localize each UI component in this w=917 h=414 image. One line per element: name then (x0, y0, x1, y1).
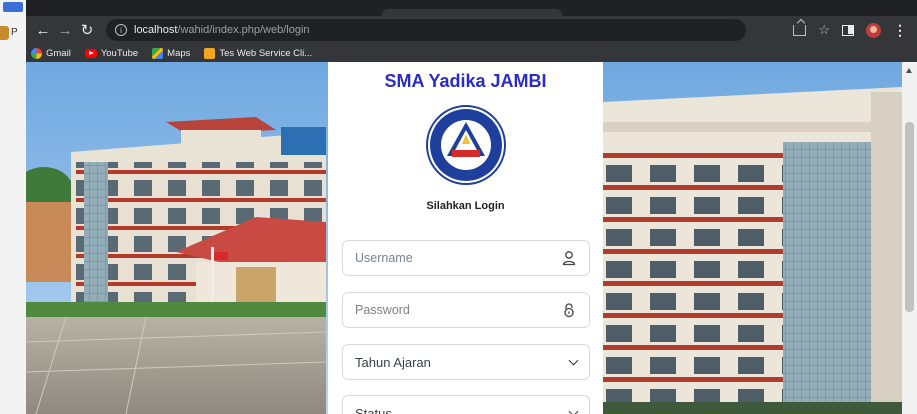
password-field[interactable] (342, 292, 590, 328)
username-field[interactable] (342, 240, 590, 276)
url-path: /wahid/index.php/web/login (177, 24, 310, 36)
status-select[interactable]: Status (342, 395, 590, 414)
side-app-icon[interactable] (0, 26, 9, 40)
back-arrow-icon[interactable]: ← (32, 19, 54, 41)
gmail-icon (31, 47, 42, 59)
bookmark-label: YouTube (100, 47, 139, 59)
bookmark-youtube[interactable]: YouTube (84, 47, 139, 59)
profile-avatar-icon[interactable] (866, 22, 881, 38)
page-scrollbar[interactable] (902, 62, 917, 414)
bookmark-gmail[interactable]: Gmail (31, 47, 71, 59)
chevron-down-icon (568, 355, 579, 365)
bookmarks-bar: Gmail YouTube Maps Tes Web Service Cli..… (26, 44, 917, 62)
login-heading: Silahkan Login (426, 200, 505, 212)
site-info-icon[interactable]: i (115, 24, 127, 36)
scroll-up-arrow-icon[interactable] (906, 68, 912, 73)
tahun-ajaran-value: Tahun Ajaran (355, 354, 431, 370)
browser-toolbar: ← → ↻ i localhost/wahid/index.php/web/lo… (26, 16, 917, 44)
bookmark-label: Maps (167, 47, 191, 59)
password-input[interactable] (355, 303, 561, 317)
web-page: SMA Yadika JAMBI Silahkan Login Username… (26, 62, 902, 414)
url-host: localhost (134, 24, 178, 36)
tab-strip (26, 0, 917, 16)
school-title: SMA Yadika JAMBI (384, 71, 547, 91)
forward-arrow-icon[interactable]: → (54, 19, 76, 41)
active-tab[interactable] (382, 9, 562, 16)
share-icon[interactable] (793, 24, 807, 36)
bookmark-star-icon[interactable]: ☆ (818, 22, 830, 38)
side-app-letter: P (11, 27, 18, 38)
reload-icon[interactable]: ↻ (76, 19, 98, 41)
chevron-down-icon (568, 406, 579, 414)
taskbar-app-icon[interactable] (3, 2, 23, 12)
school-logo-icon (426, 105, 506, 185)
screen: P ← → ↻ i localhost/wahid/index.php/web/… (0, 0, 917, 414)
address-bar[interactable]: i localhost/wahid/index.php/web/login (106, 19, 746, 41)
toolbar-actions: ☆ ⋮ (793, 22, 917, 39)
bookmark-label: Tes Web Service Cli... (219, 47, 313, 59)
bookmark-label: Gmail (46, 47, 71, 59)
bookmark-maps[interactable]: Maps (152, 47, 191, 59)
bookmark-folder-icon (204, 47, 216, 59)
status-value: Status (355, 405, 392, 414)
scrollbar-thumb[interactable] (905, 122, 914, 312)
user-icon (562, 251, 576, 266)
bookmark-tes-web-service[interactable]: Tes Web Service Cli... (204, 47, 313, 59)
lock-icon (564, 303, 574, 318)
tahun-ajaran-select[interactable]: Tahun Ajaran (342, 344, 590, 380)
browser-menu-icon[interactable]: ⋮ (893, 22, 907, 39)
maps-icon (152, 47, 164, 59)
username-input[interactable] (355, 251, 561, 265)
youtube-icon (84, 48, 97, 58)
login-card: SMA Yadika JAMBI Silahkan Login Username… (328, 62, 603, 414)
taskbar-edge: P (0, 0, 26, 414)
side-panel-icon[interactable] (842, 24, 854, 36)
